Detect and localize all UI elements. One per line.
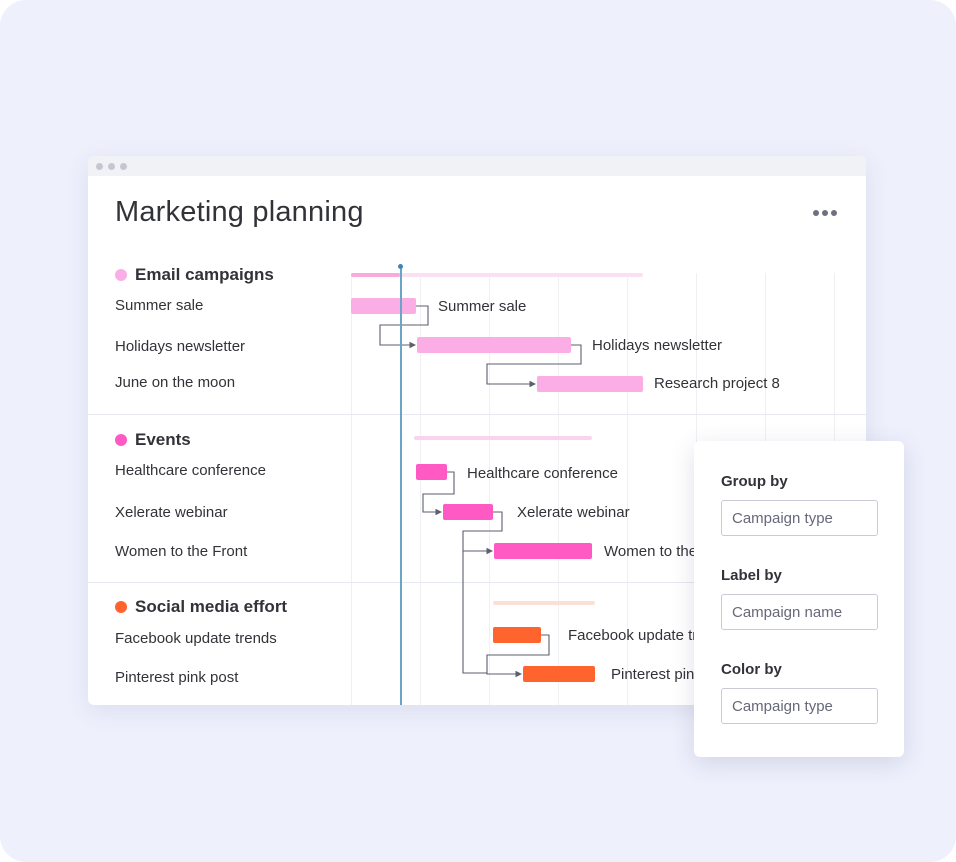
item-name[interactable]: Facebook update trends	[115, 630, 277, 647]
group-title-label: Social media effort	[135, 597, 288, 616]
gantt-bar-label: Summer sale	[438, 298, 527, 315]
group-color-dot	[115, 434, 127, 446]
label-by-field[interactable]	[721, 594, 878, 630]
gantt-bar[interactable]	[351, 298, 416, 314]
window-dot-icon	[120, 163, 127, 170]
gantt-bar-label: Healthcare conference	[467, 465, 618, 482]
gantt-bar[interactable]	[523, 666, 595, 682]
group-title-label: Events	[135, 430, 191, 449]
group-by-field[interactable]	[721, 500, 878, 536]
window-dot-icon	[108, 163, 115, 170]
gantt-bar[interactable]	[443, 504, 493, 520]
settings-panel: Group by Label by Color by	[694, 441, 904, 757]
gantt-bar-label: Pinterest pin	[611, 666, 695, 683]
color-by-label: Color by	[721, 661, 782, 678]
color-by-field[interactable]	[721, 688, 878, 724]
item-name[interactable]: Holidays newsletter	[115, 338, 245, 355]
gantt-bar-label: Research project 8	[654, 375, 780, 392]
timeline-gridline	[351, 273, 352, 705]
gantt-bar[interactable]	[417, 337, 571, 353]
window-dot-icon	[96, 163, 103, 170]
group-title-social-media-effort[interactable]: Social media effort	[115, 597, 287, 617]
item-name[interactable]: Women to the Front	[115, 543, 247, 560]
label-by-label: Label by	[721, 567, 782, 584]
item-name[interactable]: June on the moon	[115, 374, 235, 391]
gantt-bar-label: Xelerate webinar	[517, 504, 630, 521]
today-marker	[398, 264, 403, 269]
group-title-email-campaigns[interactable]: Email campaigns	[115, 265, 274, 285]
more-options-icon[interactable]	[811, 206, 839, 220]
item-name[interactable]: Summer sale	[115, 297, 203, 314]
group-summary-bar	[414, 436, 592, 440]
gantt-bar-label: Women to the	[604, 543, 698, 560]
gantt-bar-label: Facebook update tr	[568, 627, 698, 644]
item-name[interactable]: Healthcare conference	[115, 462, 266, 479]
gantt-bar[interactable]	[493, 627, 541, 643]
group-title-events[interactable]: Events	[115, 430, 191, 450]
group-title-label: Email campaigns	[135, 265, 274, 284]
group-by-label: Group by	[721, 473, 788, 490]
group-summary-progress	[351, 273, 400, 277]
gantt-bar[interactable]	[537, 376, 643, 392]
today-line	[400, 267, 402, 705]
item-name[interactable]: Xelerate webinar	[115, 504, 228, 521]
gantt-bar-label: Holidays newsletter	[592, 337, 723, 354]
group-color-dot	[115, 269, 127, 281]
gantt-bar[interactable]	[494, 543, 592, 559]
group-divider	[88, 414, 866, 415]
window-titlebar	[88, 156, 866, 176]
gantt-bar[interactable]	[416, 464, 447, 480]
group-color-dot	[115, 601, 127, 613]
item-name[interactable]: Pinterest pink post	[115, 669, 238, 686]
page-title: Marketing planning	[115, 196, 364, 228]
group-summary-bar	[493, 601, 595, 605]
